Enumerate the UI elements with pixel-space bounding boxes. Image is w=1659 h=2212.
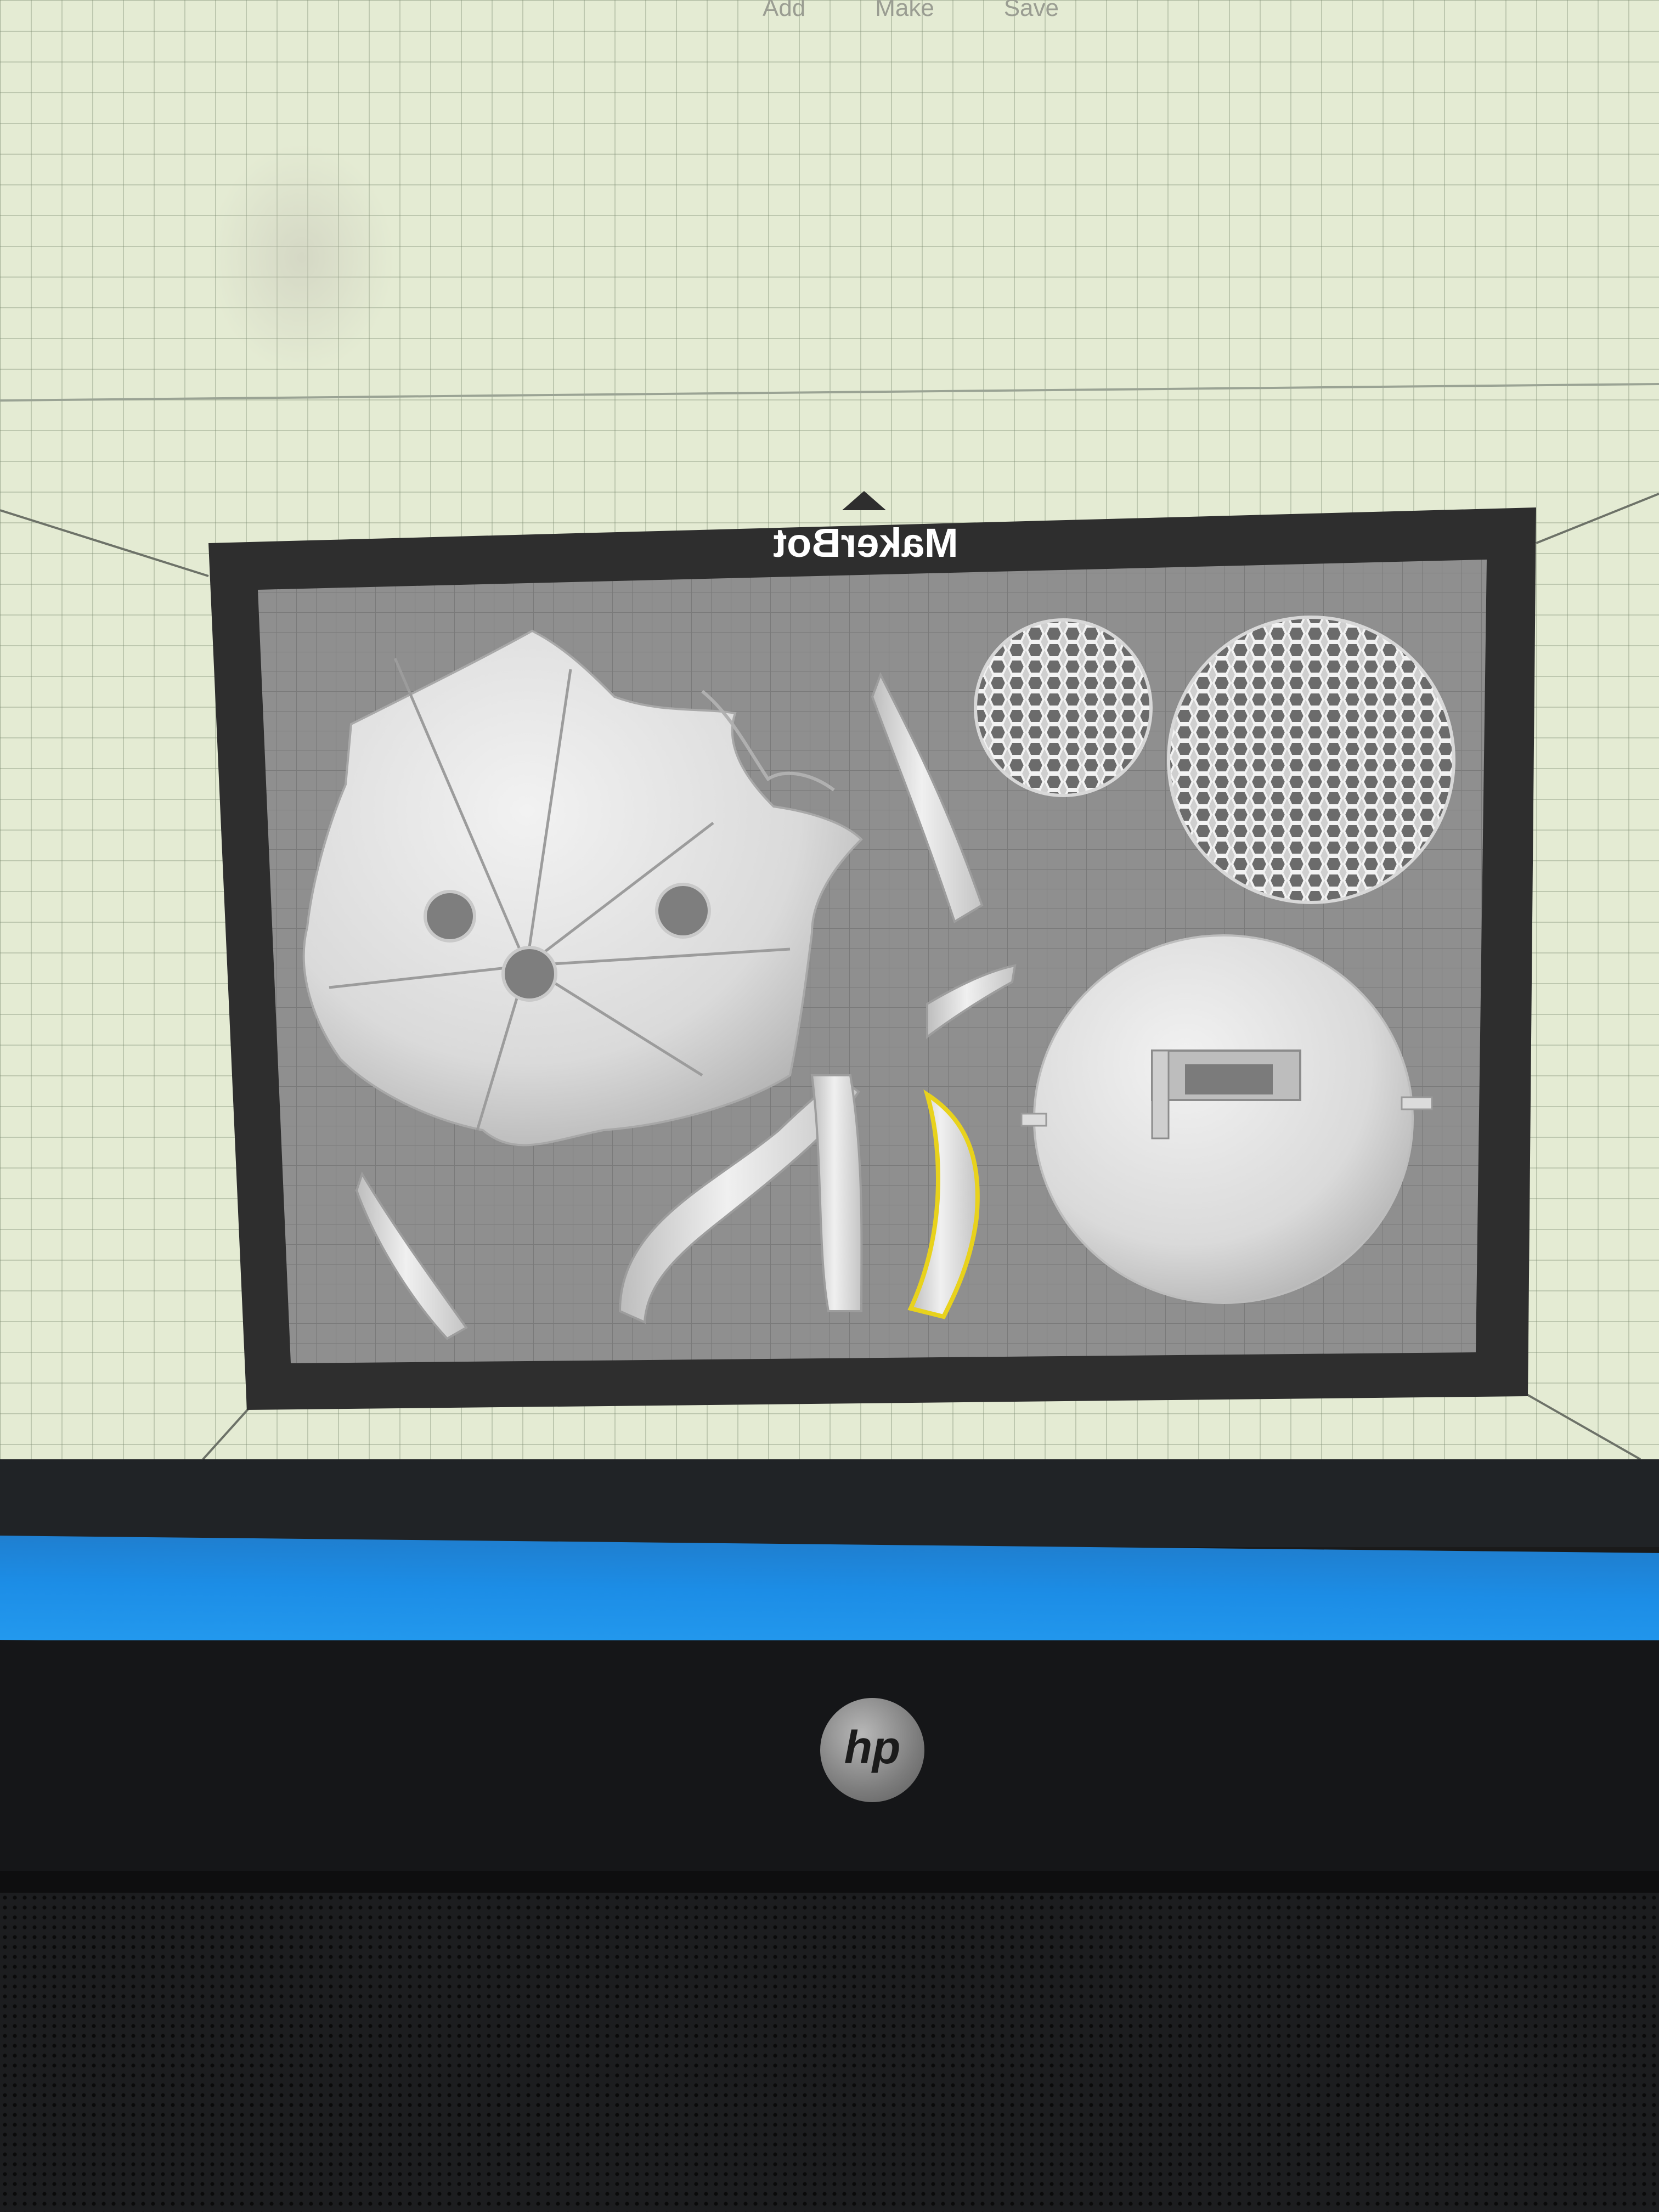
small-lattice-sphere[interactable]	[974, 618, 1153, 797]
large-lattice-sphere[interactable]	[1167, 616, 1455, 904]
screen-lower-edge	[0, 1459, 1659, 1547]
frame-notch	[842, 491, 886, 510]
makerbot-print-workspace: Add Make Save MakerBot	[0, 0, 1659, 1459]
hp-logo: hp	[820, 1698, 924, 1802]
speaker-grille	[0, 1893, 1659, 2212]
makerbot-brand-label: MakerBot	[773, 520, 958, 566]
build-plate[interactable]: MakerBot	[0, 0, 1659, 1459]
laptop-hinge	[0, 1871, 1659, 1893]
windows-taskbar	[0, 1536, 1659, 1657]
hp-logo-text: hp	[844, 1722, 901, 1773]
